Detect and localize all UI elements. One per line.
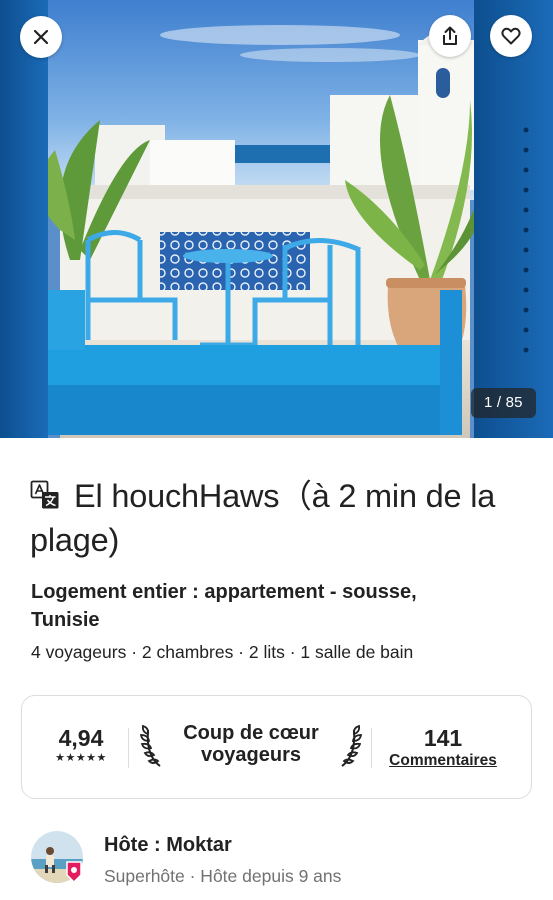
listing-subtitle: Logement entier : appartement - sousse, …: [31, 581, 417, 631]
guest-favorite-label: Coup de cœur voyageurs: [183, 722, 319, 766]
translate-icon[interactable]: [30, 480, 60, 510]
reviews-count: 141: [423, 725, 463, 751]
host-name[interactable]: Hôte : Moktar: [104, 832, 232, 858]
laurel-left-icon: [140, 724, 161, 767]
rating-summary: 4,94 ★★★★★: [46, 724, 116, 764]
photo-gallery[interactable]: 1 / 85: [0, 0, 553, 438]
divider: [371, 728, 372, 768]
listing-photo[interactable]: [0, 0, 553, 438]
listing-title: El houchHaws（à 2 min de la plage): [30, 478, 496, 558]
heart-icon: [501, 27, 521, 45]
star-rating-icon: ★★★★★: [55, 752, 107, 764]
host-avatar-wrap[interactable]: [31, 831, 83, 883]
superhost-badge-icon: [66, 861, 82, 883]
rating-value: 4,94: [58, 725, 104, 751]
close-button[interactable]: [20, 16, 62, 58]
host-meta: Superhôte · Hôte depuis 9 ans: [104, 866, 342, 886]
close-icon: [33, 29, 49, 45]
listing-title-row: El houchHaws（à 2 min de la plage): [30, 474, 530, 562]
divider: [128, 728, 129, 768]
highlights-card[interactable]: 4,94 ★★★★★ Coup de cœur voyageurs 141 Co…: [21, 695, 532, 799]
save-to-wishlist-button[interactable]: [490, 15, 532, 57]
reviews-link[interactable]: Commentaires: [378, 752, 508, 770]
photo-counter: 1 / 85: [471, 388, 536, 418]
guest-favorite-badge: Coup de cœur voyageurs: [140, 720, 362, 776]
share-icon: [443, 26, 457, 45]
laurel-right-icon: [341, 724, 362, 767]
reviews-summary[interactable]: 141 Commentaires: [378, 724, 508, 770]
listing-details: 4 voyageurs · 2 chambres · 2 lits · 1 sa…: [31, 642, 414, 662]
share-button[interactable]: [429, 15, 471, 57]
